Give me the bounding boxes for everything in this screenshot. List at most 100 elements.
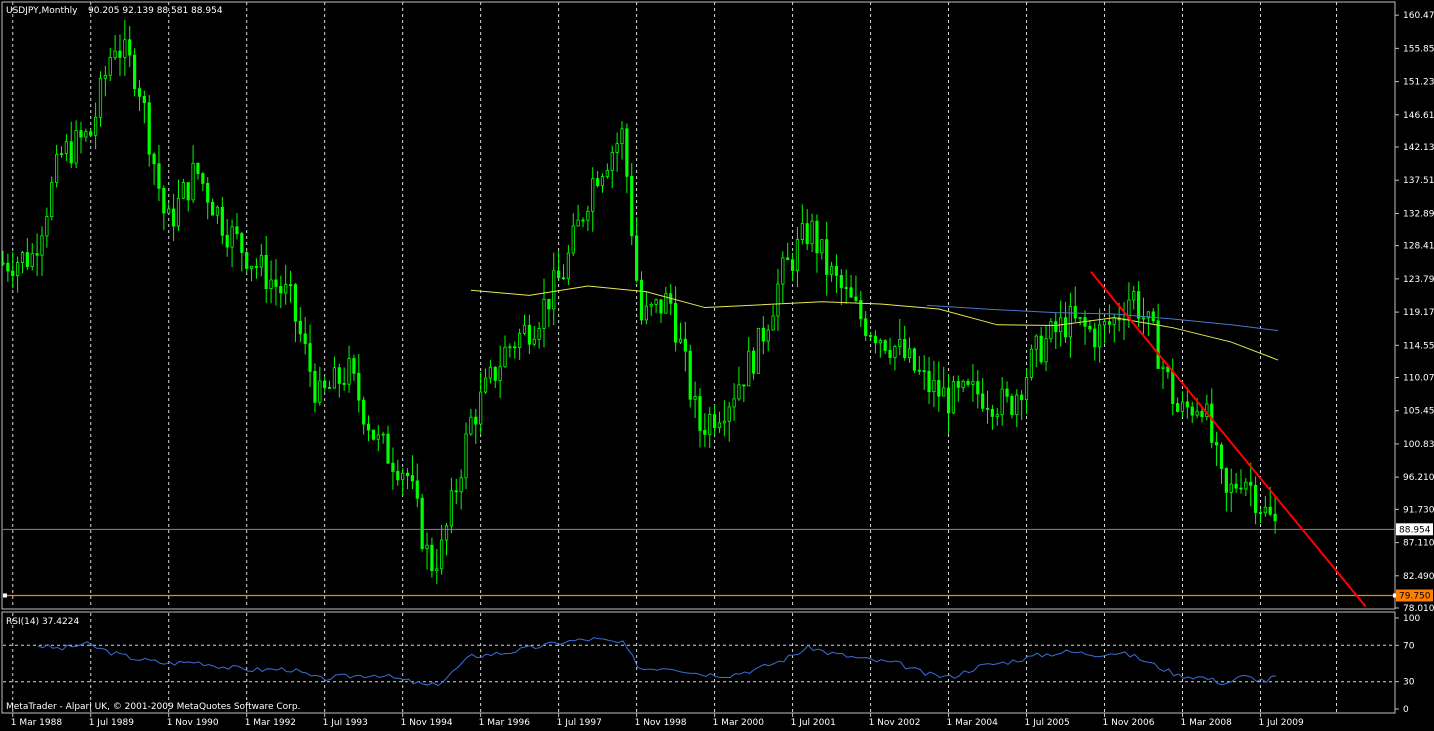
candle-body [1005,388,1009,397]
candle-body [215,206,220,216]
candle-body [1190,406,1194,416]
candle-body [703,430,707,435]
candle-body [557,270,561,279]
candle-body [951,381,956,414]
candle-body [84,131,88,138]
candle-body [1171,371,1175,404]
candle-body [591,178,595,212]
horizontal-line-label: 79.750 [1399,591,1431,601]
trendline[interactable] [1090,270,1367,608]
moving-average-blue [927,304,1279,332]
candle-body [834,266,839,276]
candle-body [825,239,829,275]
candle-body [712,414,717,429]
x-tick-label: 1 Nov 2002 [869,718,921,728]
candle-body [1258,512,1263,514]
candle-body [630,175,634,237]
candle-body [1112,317,1116,325]
candle-body [1151,311,1155,322]
candle-body [64,141,68,154]
rsi-panel-frame [1,611,1396,714]
candle-body [259,254,263,268]
candle-body [332,367,337,389]
candle-body [864,318,868,336]
x-tick-label: 1 Nov 1998 [635,718,687,728]
candle-body [25,252,29,267]
candle-body [893,346,897,358]
candle-body [576,219,580,227]
rsi-tick-label: 70 [1403,641,1415,651]
candle-body [498,366,502,381]
candle-body [907,348,912,358]
candle-body [186,182,190,201]
candle-body [1210,403,1214,443]
x-tick-label: 1 Mar 1988 [11,718,63,728]
candle-body [747,350,751,387]
x-tick-label: 1 Nov 1994 [401,718,453,728]
candle-body [849,287,853,298]
rsi-axis: 100 70 30 0 [1395,614,1420,715]
candle-body [469,416,473,435]
candle-body [737,384,741,400]
candle-body [674,302,678,343]
candle-body [966,380,970,385]
y-tick-label: 160.470 [1403,11,1434,21]
candle-body [1249,481,1253,486]
candle-body [1132,291,1136,301]
candle-body [571,225,575,254]
candle-body [1093,328,1097,348]
candle-body [386,433,390,464]
candle-body [829,266,834,275]
candle-body [532,338,536,345]
candle-body [586,210,590,221]
candle-body [1215,441,1219,446]
x-tick-label: 1 Mar 2000 [713,718,765,728]
candle-body [800,223,804,240]
candle-body [137,88,142,97]
candle-body [381,433,385,436]
candle-body [118,50,122,58]
candle-body [254,266,259,268]
candle-body [293,284,298,322]
candle-body [249,266,254,269]
candle-body [435,568,439,571]
candle-body [513,346,517,349]
rsi-indicator [3,637,1395,687]
candle-body [1137,291,1141,319]
candle-body [405,472,410,477]
candle-body [1141,317,1146,320]
candle-body [98,77,103,118]
candle-body [742,384,746,387]
candle-body [410,475,415,482]
candle-body [1024,377,1029,401]
candle-body [790,259,795,271]
candle-body [878,340,882,344]
price-chart[interactable]: 160.470 155.850 151.230 146.610 142.130 137.5… [0,0,1434,731]
candle-body [561,277,566,280]
candle-body [30,253,34,267]
candle-body [873,335,878,344]
candle-body [55,154,59,183]
vertical-grid [12,2,1338,712]
horizontal-line-handle[interactable] [3,593,7,598]
candle-body [678,338,683,343]
candle-body [308,343,312,372]
candle-body [1029,348,1034,378]
candle-body [810,220,814,245]
candle-body [167,208,171,214]
rsi-tick-label: 0 [1403,705,1409,715]
candle-body [903,339,907,358]
candle-body [1020,394,1024,401]
candle-body [1107,321,1111,325]
candle-body [815,220,819,254]
candle-body [961,380,965,388]
candle-body [191,162,195,201]
candle-body [440,539,444,570]
candle-body [912,348,917,371]
candle-body [942,387,946,397]
candle-body [620,128,624,145]
candle-body [1239,487,1243,490]
candle-body [1039,335,1043,363]
candle-body [454,490,458,493]
candle-body [786,257,790,261]
